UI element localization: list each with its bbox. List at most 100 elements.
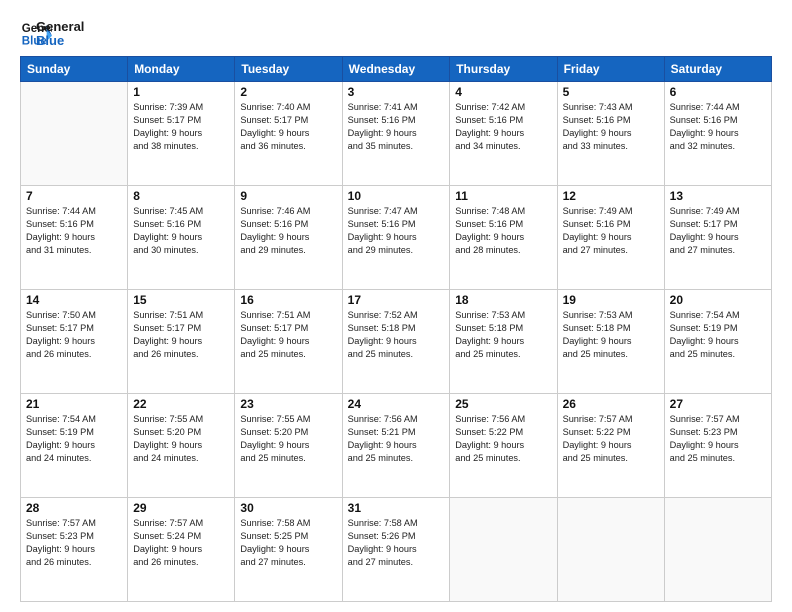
day-info: Sunrise: 7:53 AM Sunset: 5:18 PM Dayligh… [455, 309, 551, 361]
day-info: Sunrise: 7:47 AM Sunset: 5:16 PM Dayligh… [348, 205, 445, 257]
weekday-header-sunday: Sunday [21, 57, 128, 82]
day-number: 31 [348, 501, 445, 515]
day-info: Sunrise: 7:53 AM Sunset: 5:18 PM Dayligh… [563, 309, 659, 361]
calendar-cell: 23 Sunrise: 7:55 AM Sunset: 5:20 PM Dayli… [235, 394, 342, 498]
day-number: 4 [455, 85, 551, 99]
day-number: 25 [455, 397, 551, 411]
calendar-cell: 15 Sunrise: 7:51 AM Sunset: 5:17 PM Dayli… [128, 290, 235, 394]
day-number: 11 [455, 189, 551, 203]
calendar-cell [21, 82, 128, 186]
weekday-header-thursday: Thursday [450, 57, 557, 82]
calendar-cell: 12 Sunrise: 7:49 AM Sunset: 5:16 PM Dayli… [557, 186, 664, 290]
calendar-cell: 5 Sunrise: 7:43 AM Sunset: 5:16 PM Daylig… [557, 82, 664, 186]
day-info: Sunrise: 7:55 AM Sunset: 5:20 PM Dayligh… [133, 413, 229, 465]
week-row-3: 14 Sunrise: 7:50 AM Sunset: 5:17 PM Dayli… [21, 290, 772, 394]
day-number: 23 [240, 397, 336, 411]
calendar-cell: 14 Sunrise: 7:50 AM Sunset: 5:17 PM Dayli… [21, 290, 128, 394]
day-info: Sunrise: 7:44 AM Sunset: 5:16 PM Dayligh… [26, 205, 122, 257]
day-number: 12 [563, 189, 659, 203]
day-info: Sunrise: 7:55 AM Sunset: 5:20 PM Dayligh… [240, 413, 336, 465]
week-row-1: 1 Sunrise: 7:39 AM Sunset: 5:17 PM Daylig… [21, 82, 772, 186]
day-number: 5 [563, 85, 659, 99]
calendar-cell: 22Sunrise: 7:55 AM Sunset: 5:20 PM Dayli… [128, 394, 235, 498]
day-number: 2 [240, 85, 336, 99]
day-number: 7 [26, 189, 122, 203]
day-info: Sunrise: 7:56 AM Sunset: 5:22 PM Dayligh… [455, 413, 551, 465]
day-info: Sunrise: 7:43 AM Sunset: 5:16 PM Dayligh… [563, 101, 659, 153]
week-row-2: 7 Sunrise: 7:44 AM Sunset: 5:16 PM Daylig… [21, 186, 772, 290]
day-number: 26 [563, 397, 659, 411]
day-number: 10 [348, 189, 445, 203]
day-number: 28 [26, 501, 122, 515]
calendar-cell: 30 Sunrise: 7:58 AM Sunset: 5:25 PM Dayli… [235, 498, 342, 602]
calendar-cell: 6 Sunrise: 7:44 AM Sunset: 5:16 PM Daylig… [664, 82, 771, 186]
weekday-header-saturday: Saturday [664, 57, 771, 82]
day-info: Sunrise: 7:54 AM Sunset: 5:19 PM Dayligh… [670, 309, 766, 361]
day-info: Sunrise: 7:58 AM Sunset: 5:25 PM Dayligh… [240, 517, 336, 569]
day-number: 3 [348, 85, 445, 99]
calendar-cell [664, 498, 771, 602]
day-info: Sunrise: 7:45 AM Sunset: 5:16 PM Dayligh… [133, 205, 229, 257]
day-info: Sunrise: 7:57 AM Sunset: 5:22 PM Dayligh… [563, 413, 659, 465]
day-info: Sunrise: 7:39 AM Sunset: 5:17 PM Dayligh… [133, 101, 229, 153]
header: General Blue General Blue [20, 18, 772, 50]
day-number: 13 [670, 189, 766, 203]
day-info: Sunrise: 7:48 AM Sunset: 5:16 PM Dayligh… [455, 205, 551, 257]
calendar-cell: 8 Sunrise: 7:45 AM Sunset: 5:16 PM Daylig… [128, 186, 235, 290]
calendar-cell: 21Sunrise: 7:54 AM Sunset: 5:19 PM Dayli… [21, 394, 128, 498]
day-number: 14 [26, 293, 122, 307]
day-info: Sunrise: 7:49 AM Sunset: 5:17 PM Dayligh… [670, 205, 766, 257]
day-info: Sunrise: 7:57 AM Sunset: 5:23 PM Dayligh… [670, 413, 766, 465]
calendar-cell: 24 Sunrise: 7:56 AM Sunset: 5:21 PM Dayli… [342, 394, 450, 498]
calendar-page: General Blue General Blue SundayMondayTu… [0, 0, 792, 612]
calendar-cell: 9 Sunrise: 7:46 AM Sunset: 5:16 PM Daylig… [235, 186, 342, 290]
day-number: 21 [26, 397, 122, 411]
calendar-cell: 13 Sunrise: 7:49 AM Sunset: 5:17 PM Dayli… [664, 186, 771, 290]
day-number: 19 [563, 293, 659, 307]
calendar-cell: 18 Sunrise: 7:53 AM Sunset: 5:18 PM Dayli… [450, 290, 557, 394]
day-number: 9 [240, 189, 336, 203]
day-info: Sunrise: 7:41 AM Sunset: 5:16 PM Dayligh… [348, 101, 445, 153]
calendar-cell [557, 498, 664, 602]
day-info: Sunrise: 7:49 AM Sunset: 5:16 PM Dayligh… [563, 205, 659, 257]
calendar-cell: 11 Sunrise: 7:48 AM Sunset: 5:16 PM Dayli… [450, 186, 557, 290]
weekday-header-friday: Friday [557, 57, 664, 82]
day-info: Sunrise: 7:51 AM Sunset: 5:17 PM Dayligh… [133, 309, 229, 361]
calendar-cell: 7 Sunrise: 7:44 AM Sunset: 5:16 PM Daylig… [21, 186, 128, 290]
weekday-header-tuesday: Tuesday [235, 57, 342, 82]
calendar-cell: 19 Sunrise: 7:53 AM Sunset: 5:18 PM Dayli… [557, 290, 664, 394]
weekday-header-wednesday: Wednesday [342, 57, 450, 82]
day-info: Sunrise: 7:56 AM Sunset: 5:21 PM Dayligh… [348, 413, 445, 465]
day-number: 16 [240, 293, 336, 307]
day-number: 15 [133, 293, 229, 307]
day-info: Sunrise: 7:57 AM Sunset: 5:24 PM Dayligh… [133, 517, 229, 569]
weekday-header-monday: Monday [128, 57, 235, 82]
day-info: Sunrise: 7:46 AM Sunset: 5:16 PM Dayligh… [240, 205, 336, 257]
day-info: Sunrise: 7:51 AM Sunset: 5:17 PM Dayligh… [240, 309, 336, 361]
calendar-cell [450, 498, 557, 602]
logo-general: General [36, 20, 84, 34]
day-number: 8 [133, 189, 229, 203]
day-number: 1 [133, 85, 229, 99]
week-row-5: 28 Sunrise: 7:57 AM Sunset: 5:23 PM Dayli… [21, 498, 772, 602]
day-number: 6 [670, 85, 766, 99]
calendar-cell: 1 Sunrise: 7:39 AM Sunset: 5:17 PM Daylig… [128, 82, 235, 186]
day-info: Sunrise: 7:57 AM Sunset: 5:23 PM Dayligh… [26, 517, 122, 569]
day-info: Sunrise: 7:50 AM Sunset: 5:17 PM Dayligh… [26, 309, 122, 361]
day-number: 30 [240, 501, 336, 515]
day-info: Sunrise: 7:52 AM Sunset: 5:18 PM Dayligh… [348, 309, 445, 361]
day-number: 18 [455, 293, 551, 307]
calendar-cell: 2 Sunrise: 7:40 AM Sunset: 5:17 PM Daylig… [235, 82, 342, 186]
day-number: 20 [670, 293, 766, 307]
week-row-4: 21Sunrise: 7:54 AM Sunset: 5:19 PM Dayli… [21, 394, 772, 498]
day-info: Sunrise: 7:42 AM Sunset: 5:16 PM Dayligh… [455, 101, 551, 153]
day-number: 24 [348, 397, 445, 411]
calendar-cell: 29Sunrise: 7:57 AM Sunset: 5:24 PM Dayli… [128, 498, 235, 602]
day-info: Sunrise: 7:40 AM Sunset: 5:17 PM Dayligh… [240, 101, 336, 153]
day-info: Sunrise: 7:44 AM Sunset: 5:16 PM Dayligh… [670, 101, 766, 153]
calendar-cell: 17Sunrise: 7:52 AM Sunset: 5:18 PM Dayli… [342, 290, 450, 394]
logo-blue: Blue [36, 34, 84, 48]
day-number: 27 [670, 397, 766, 411]
weekday-header-row: SundayMondayTuesdayWednesdayThursdayFrid… [21, 57, 772, 82]
calendar-cell: 20 Sunrise: 7:54 AM Sunset: 5:19 PM Dayli… [664, 290, 771, 394]
